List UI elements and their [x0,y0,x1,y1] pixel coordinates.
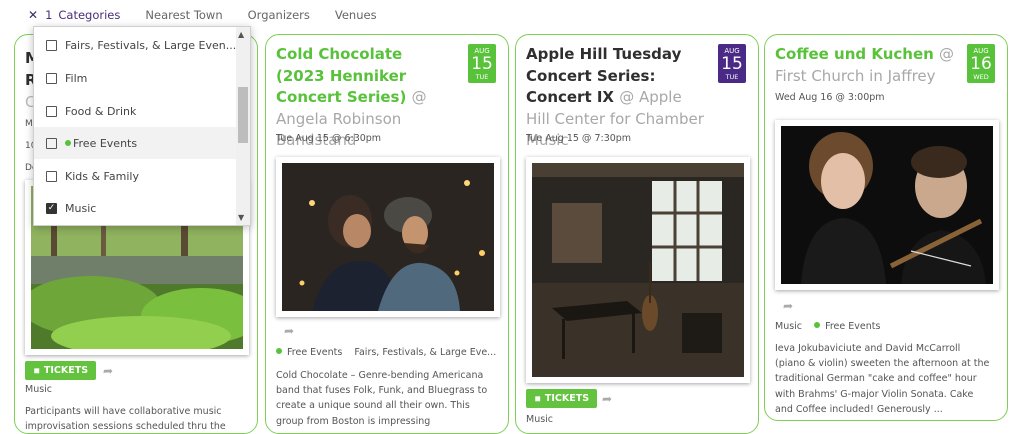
tag-icon: ◆ [531,393,544,405]
category-option-music[interactable]: ✓ Music [34,192,237,224]
event-tags: Free Events Fairs, Festivals, & Large Ev… [276,347,496,358]
free-dot-icon [276,348,282,354]
tickets-label: TICKETS [43,365,89,376]
date-badge: AUG 16 WED [967,44,995,83]
category-option-label: Kids & Family [65,169,139,183]
event-title-block: Coffee und Kuchen @ First Church in Jaff… [775,44,955,87]
dropdown-scrollbar[interactable]: ▲ ▼ [236,27,250,225]
date-badge: AUG 15 TUE [718,44,746,83]
category-option-label: Food & Drink [65,104,137,118]
concert-hall-photo [532,163,744,377]
checkbox-icon[interactable] [46,137,57,149]
categories-label: Categories [58,8,121,22]
category-option-label: Music [65,201,97,215]
categories-count: 1 [45,8,53,22]
scroll-up-icon[interactable]: ▲ [238,30,244,39]
date-weekday: WED [973,73,989,81]
checkbox-icon[interactable] [46,72,57,84]
categories-filter[interactable]: ✕ 1 Categories [28,8,120,22]
tickets-button[interactable]: ◆TICKETS [25,361,97,380]
event-description: Participants will have collaborative mus… [25,406,226,433]
category-option-label: Film [65,71,88,85]
category-option-food-drink[interactable]: Food & Drink [34,95,237,127]
category-option-kids-family[interactable]: Kids & Family [34,160,237,192]
event-datetime: Tue Aug 15 @ 7:30pm [526,133,632,144]
category-option-fairs[interactable]: Fairs, Festivals, & Large Even... [34,29,237,61]
event-card[interactable]: Apple Hill Tuesday Concert Series: Conce… [515,34,759,434]
musicians-photo [781,126,993,284]
event-description: Cold Chocolate – Genre-bending Americana… [276,370,488,427]
date-day: 15 [471,54,493,74]
share-icon[interactable]: ➦ [783,299,793,313]
date-day: 16 [970,54,992,74]
organizers-filter[interactable]: Organizers [248,8,310,22]
tag-free-events[interactable]: Free Events [287,347,342,358]
checkbox-checked-icon[interactable]: ✓ [46,202,57,214]
event-category[interactable]: Music [25,384,52,395]
band-photo [282,163,494,311]
tickets-button[interactable]: ◆TICKETS [526,389,598,408]
checkbox-icon[interactable] [46,105,57,117]
event-datetime: Tue Aug 15 @ 6:30pm [276,133,382,144]
event-tags: Music Free Events [775,321,880,332]
venues-filter[interactable]: Venues [335,8,377,22]
scroll-down-icon[interactable]: ▼ [238,213,244,222]
close-icon[interactable]: ✕ [28,8,38,22]
event-title[interactable]: Coffee und Kuchen [775,45,934,63]
tickets-label: TICKETS [544,393,590,404]
date-badge: AUG 15 TUE [468,44,496,83]
date-day: 15 [721,54,743,74]
categories-dropdown[interactable]: Fairs, Festivals, & Large Even... Film F… [33,26,251,226]
event-image[interactable] [276,157,500,317]
event-image[interactable] [775,120,999,290]
event-description: Ieva Jokubaviciute and David McCarroll (… [775,343,990,415]
nearest-town-filter[interactable]: Nearest Town [145,8,222,22]
event-card[interactable]: Cold Chocolate (2023 Henniker Concert Se… [265,34,509,434]
category-option-label: Fairs, Festivals, & Large Even... [65,38,237,52]
share-icon[interactable]: ➦ [284,324,294,338]
tag-music[interactable]: Music [775,321,802,332]
share-icon[interactable]: ➦ [103,364,113,378]
event-datetime: Wed Aug 16 @ 3:00pm [775,92,885,103]
scrollbar-thumb[interactable] [238,87,248,143]
event-card[interactable]: Coffee und Kuchen @ First Church in Jaff… [764,34,1008,421]
event-category[interactable]: Music [526,414,553,425]
category-option-free-events[interactable]: Free Events [34,127,237,159]
free-dot-icon [814,322,821,328]
tag-icon: ◆ [30,365,43,377]
event-title[interactable]: Cold Chocolate (2023 Henniker Concert Se… [276,45,406,106]
date-weekday: TUE [475,73,489,81]
date-weekday: TUE [725,73,739,81]
filter-bar: ✕ 1 Categories Nearest Town Organizers V… [28,8,377,22]
tag-fairs-festivals[interactable]: Fairs, Festivals, & Large Eve... [354,347,496,358]
category-option-label: Free Events [73,136,138,150]
checkbox-icon[interactable] [46,170,57,182]
share-icon[interactable]: ➦ [602,392,612,406]
free-dot-icon [65,140,71,146]
event-image[interactable] [526,157,750,383]
tag-free-events[interactable]: Free Events [825,321,880,332]
category-option-film[interactable]: Film [34,62,237,94]
checkbox-icon[interactable] [46,39,57,51]
